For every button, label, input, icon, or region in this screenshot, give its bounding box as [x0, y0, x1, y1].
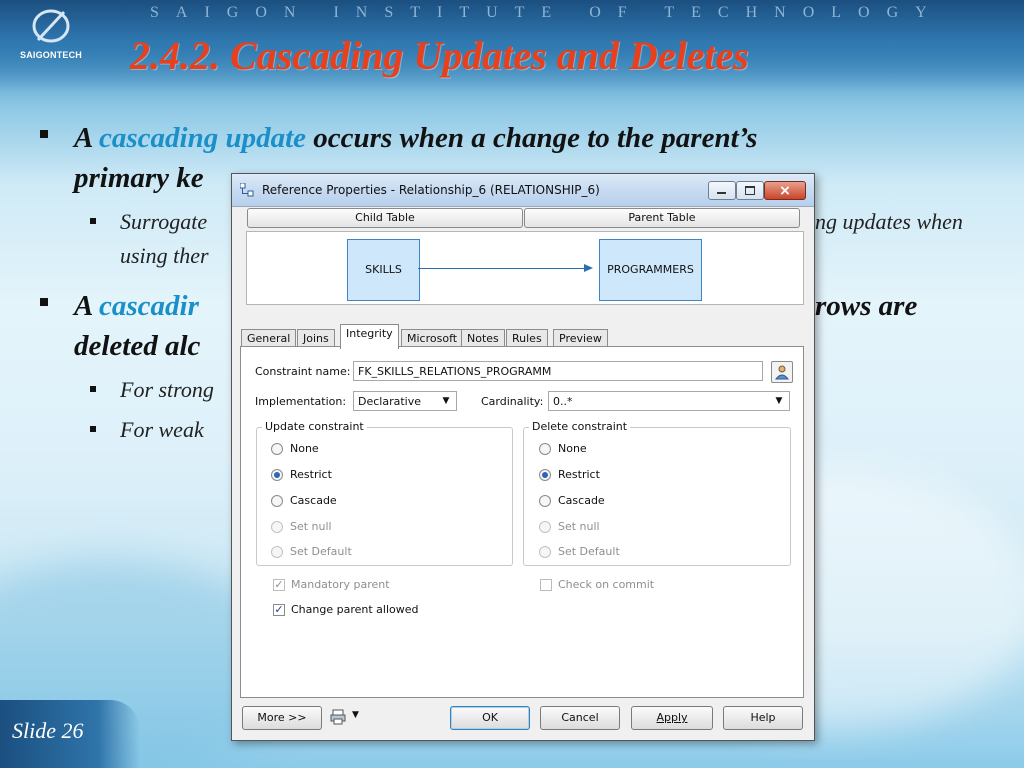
- update-set-default-radio: [271, 546, 283, 558]
- update-constraint-group: Update constraint None Restrict Cascade …: [256, 420, 513, 566]
- implementation-select[interactable]: Declarative ▼: [353, 391, 457, 411]
- reference-properties-dialog: Reference Properties - Relationship_6 (R…: [231, 173, 815, 741]
- delete-cascade-label: Cascade: [558, 494, 605, 507]
- maximize-button[interactable]: [736, 181, 764, 200]
- integrity-tab-panel: Constraint name: FK_SKILLS_RELATIONS_PRO…: [240, 346, 804, 698]
- minimize-icon: [717, 192, 726, 194]
- print-menu-button[interactable]: ▼: [330, 707, 370, 727]
- chevron-down-icon: ▼: [442, 396, 450, 406]
- sub-bullet-marker: [90, 218, 96, 224]
- institute-name: SAIGON INSTITUTE OF TECHNOLOGY: [150, 4, 944, 21]
- update-none-label: None: [290, 442, 319, 455]
- more-button[interactable]: More >>: [242, 706, 322, 730]
- cardinality-label: Cardinality:: [481, 395, 544, 408]
- bullet-1-line-1: A cascading update occurs when a change …: [74, 122, 758, 154]
- slide-number: Slide 26: [12, 718, 84, 743]
- delete-set-default-label: Set Default: [558, 545, 620, 558]
- delete-none-radio[interactable]: [539, 443, 551, 455]
- bullet-2-line-1b: rows are: [815, 290, 918, 322]
- bullet-1-highlight: cascading update: [99, 122, 307, 154]
- sub-bullet-1-line-2: using ther: [120, 243, 209, 268]
- delete-constraint-group: Delete constraint None Restrict Cascade …: [523, 420, 791, 566]
- delete-constraint-title: Delete constraint: [529, 420, 631, 433]
- delete-set-null-radio: [539, 521, 551, 533]
- update-cascade-label: Cascade: [290, 494, 337, 507]
- bullet-marker: [40, 298, 48, 306]
- update-set-default-label: Set Default: [290, 545, 352, 558]
- close-button[interactable]: [764, 181, 806, 200]
- constraint-name-field[interactable]: FK_SKILLS_RELATIONS_PROGRAMM: [353, 361, 763, 381]
- implementation-value: Declarative: [358, 395, 421, 408]
- user-icon: [774, 365, 790, 380]
- sub-bullet-3: For weak: [120, 417, 204, 442]
- logo-icon: [32, 9, 70, 43]
- ok-button[interactable]: OK: [450, 706, 530, 730]
- parent-table-button[interactable]: Parent Table: [524, 208, 800, 228]
- chevron-down-icon: ▼: [352, 710, 359, 720]
- constraint-name-label: Constraint name:: [255, 365, 351, 378]
- update-cascade-radio[interactable]: [271, 495, 283, 507]
- delete-cascade-radio[interactable]: [539, 495, 551, 507]
- dialog-title: Reference Properties - Relationship_6 (R…: [262, 183, 600, 197]
- delete-set-null-label: Set null: [558, 520, 600, 533]
- child-entity-box[interactable]: SKILLS: [347, 239, 420, 301]
- cardinality-value: 0..*: [553, 395, 573, 408]
- close-icon: [780, 186, 790, 195]
- logo-text: SAIGONTECH: [20, 50, 83, 60]
- bullet-1-line-2: primary ke: [74, 162, 204, 194]
- chevron-down-icon: ▼: [775, 396, 783, 406]
- check-on-commit-label: Check on commit: [558, 578, 655, 591]
- bullet-marker: [40, 130, 48, 138]
- change-parent-allowed-checkbox[interactable]: ✓: [273, 604, 285, 616]
- relationship-icon: [240, 183, 254, 197]
- sub-bullet-marker: [90, 426, 96, 432]
- update-set-null-label: Set null: [290, 520, 332, 533]
- logo: SAIGONTECH: [0, 0, 112, 86]
- mandatory-parent-checkbox: ✓: [273, 578, 285, 591]
- apply-button[interactable]: Apply: [631, 706, 713, 730]
- check-on-commit-checkbox: ✓: [540, 579, 552, 591]
- update-restrict-radio[interactable]: [271, 469, 283, 481]
- help-button[interactable]: Help: [723, 706, 803, 730]
- update-constraint-title: Update constraint: [262, 420, 367, 433]
- cancel-button[interactable]: Cancel: [540, 706, 620, 730]
- sub-bullet-marker: [90, 386, 96, 392]
- printer-icon: [330, 709, 346, 725]
- cardinality-select[interactable]: 0..* ▼: [548, 391, 790, 411]
- delete-set-default-radio: [539, 546, 551, 558]
- mandatory-parent-label: Mandatory parent: [291, 578, 390, 591]
- bullet-2-highlight: cascadir: [99, 290, 199, 322]
- delete-restrict-radio[interactable]: [539, 469, 551, 481]
- change-parent-allowed-label: Change parent allowed: [291, 603, 419, 616]
- maximize-icon: [745, 186, 755, 195]
- relationship-arrow-icon: [584, 264, 593, 272]
- update-none-radio[interactable]: [271, 443, 283, 455]
- child-table-button[interactable]: Child Table: [247, 208, 523, 228]
- delete-none-label: None: [558, 442, 587, 455]
- tab-integrity[interactable]: Integrity: [340, 324, 399, 349]
- delete-restrict-label: Restrict: [558, 468, 600, 481]
- implementation-label: Implementation:: [255, 395, 347, 408]
- sub-bullet-1-line-1a: Surrogate: [120, 209, 208, 234]
- update-set-null-radio: [271, 521, 283, 533]
- parent-entity-box[interactable]: PROGRAMMERS: [599, 239, 702, 301]
- bullet-2-line-2: deleted alc: [74, 330, 201, 362]
- sub-bullet-1-line-1b: ng updates when: [815, 209, 963, 234]
- minimize-button[interactable]: [708, 181, 736, 200]
- sub-bullet-2: For strong: [120, 377, 214, 402]
- dialog-titlebar[interactable]: Reference Properties - Relationship_6 (R…: [232, 174, 814, 207]
- relationship-line: [418, 268, 586, 269]
- bullet-2-line-1a: A cascadir: [74, 290, 199, 322]
- update-restrict-label: Restrict: [290, 468, 332, 481]
- slide-title: 2.4.2. Cascading Updates and Deletes: [130, 33, 749, 78]
- constraint-name-property-button[interactable]: [771, 361, 793, 383]
